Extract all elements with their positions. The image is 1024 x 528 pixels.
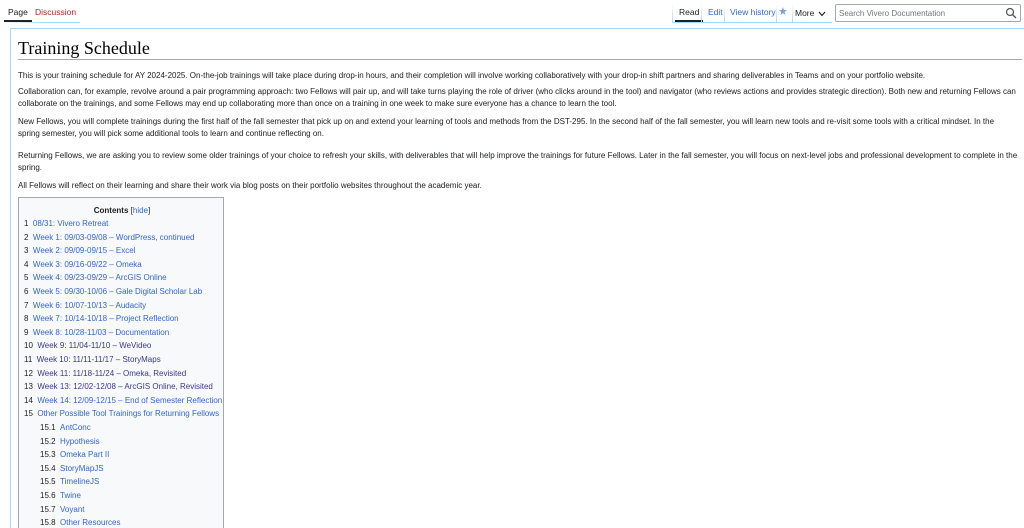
toc-item-link[interactable]: AntConc <box>60 423 91 432</box>
toc-item-number: 7 <box>24 300 29 310</box>
toc-title: Contents [hide] <box>19 206 225 215</box>
toc-item[interactable]: 8 Week 7: 10/14-10/18 – Project Reflecti… <box>24 313 179 325</box>
toc-item-number: 12 <box>24 368 33 378</box>
toc-item-link[interactable]: Omeka Part II <box>60 450 109 459</box>
toc-item-number: 2 <box>24 232 29 242</box>
toc-item[interactable]: 15.3 Omeka Part II <box>40 449 109 461</box>
toc-hide-toggle[interactable]: [hide] <box>131 206 151 215</box>
toc-item-number: 15.3 <box>40 450 56 460</box>
toc-item[interactable]: 3 Week 2: 09/09-09/15 – Excel <box>24 245 136 257</box>
tab-separator <box>776 4 777 22</box>
toc-item-number: 8 <box>24 314 29 324</box>
toc-item-number: 15.4 <box>40 463 56 473</box>
toc-item-link[interactable]: Week 3: 09/16-09/22 – Omeka <box>33 260 142 269</box>
toc-item-link[interactable]: Twine <box>60 491 81 500</box>
toc-item[interactable]: 2 Week 1: 09/03-09/08 – WordPress, conti… <box>24 232 194 244</box>
tab-separator <box>672 4 673 22</box>
toc-item-link[interactable]: Week 10: 11/11-11/17 – StoryMaps <box>37 355 161 364</box>
toc-item-link[interactable]: 08/31: Vivero Retreat <box>33 219 108 228</box>
toc-item-number: 15.7 <box>40 504 56 514</box>
toc-item[interactable]: 7 Week 6: 10/07-10/13 – Audacity <box>24 300 146 312</box>
toc-item-link[interactable]: Week 8: 10/28-11/03 – Documentation <box>33 328 169 337</box>
toc-item[interactable]: 11 Week 10: 11/11-11/17 – StoryMaps <box>24 354 161 366</box>
toc-item-number: 15.5 <box>40 477 56 487</box>
toc-item[interactable]: 10 Week 9: 11/04-11/10 – WeVideo <box>24 340 151 352</box>
search-box[interactable] <box>835 4 1021 22</box>
toc-item-number: 14 <box>24 395 33 405</box>
chevron-down-icon <box>818 11 826 17</box>
toc-item-link[interactable]: StoryMapJS <box>60 464 104 473</box>
toc-item[interactable]: 15.1 AntConc <box>40 422 91 434</box>
search-input[interactable] <box>839 6 1004 20</box>
toc-item[interactable]: 6 Week 5: 09/30-10/06 – Gale Digital Sch… <box>24 286 202 298</box>
toc-item[interactable]: 1 08/31: Vivero Retreat <box>24 218 108 230</box>
toc-item-number: 10 <box>24 341 33 351</box>
toc-item-link[interactable]: Week 6: 10/07-10/13 – Audacity <box>33 301 146 310</box>
paragraph-returning-fellows: Returning Fellows, we are asking you to … <box>18 151 1018 173</box>
toc-item[interactable]: 5 Week 4: 09/23-09/29 – ArcGIS Online <box>24 272 167 284</box>
tab-separator <box>701 4 702 22</box>
toc-item[interactable]: 15.7 Voyant <box>40 504 85 516</box>
toc-item-number: 15.1 <box>40 423 56 432</box>
toc-item-link[interactable]: Week 13: 12/02-12/08 – ArcGIS Online, Re… <box>37 382 213 391</box>
toc-item[interactable]: 12 Week 11: 11/18-11/24 – Omeka, Revisit… <box>24 368 186 380</box>
tab-read[interactable]: Read <box>675 0 704 22</box>
toc-item-link[interactable]: Hypothesis <box>60 437 100 446</box>
toc-item-link[interactable]: Week 4: 09/23-09/29 – ArcGIS Online <box>33 273 167 282</box>
tab-bar: Page Discussion Read Edit View history ★… <box>0 0 1024 27</box>
toc-item[interactable]: 15.5 TimelineJS <box>40 476 99 488</box>
toc-item-number: 6 <box>24 287 29 296</box>
toc-item-link[interactable]: Week 14: 12/09-12/15 – End of Semester R… <box>37 396 222 405</box>
toc-item-link[interactable]: Week 7: 10/14-10/18 – Project Reflection <box>33 314 179 323</box>
toc-item-number: 3 <box>24 246 29 256</box>
paragraph-intro: This is your training schedule for AY 20… <box>18 71 926 80</box>
toc-item[interactable]: 15.8 Other Resources <box>40 517 121 528</box>
toc-item-link[interactable]: Week 1: 09/03-09/08 – WordPress, continu… <box>33 233 195 242</box>
toc-item-number: 15 <box>24 409 33 419</box>
toc-item-number: 15.6 <box>40 491 56 500</box>
toc-item-number: 13 <box>24 382 33 392</box>
content-area: Training Schedule This is your training … <box>10 28 1024 528</box>
toc-item-link[interactable]: Week 5: 09/30-10/06 – Gale Digital Schol… <box>33 287 202 296</box>
tab-page[interactable]: Page <box>4 0 32 22</box>
toc-item[interactable]: 15.4 StoryMapJS <box>40 463 104 475</box>
toc-item[interactable]: 15.6 Twine <box>40 490 81 502</box>
toc-item-link[interactable]: Other Possible Tool Trainings for Return… <box>37 409 219 418</box>
tab-discussion[interactable]: Discussion <box>31 0 80 23</box>
toc-item-link[interactable]: Week 9: 11/04-11/10 – WeVideo <box>37 341 151 350</box>
toc-item-number: 11 <box>24 355 33 364</box>
toc-item-number: 5 <box>24 273 29 283</box>
toc-item[interactable]: 15.2 Hypothesis <box>40 436 100 448</box>
more-label: More <box>795 8 815 18</box>
toc-hide-link[interactable]: hide <box>133 206 148 215</box>
toc-item-link[interactable]: Voyant <box>60 505 84 514</box>
paragraph-collaboration: Collaboration can, for example, revolve … <box>18 87 1016 109</box>
toc-item-link[interactable]: TimelineJS <box>60 477 99 486</box>
toc-item-number: 15.2 <box>40 436 56 446</box>
toc-item-link[interactable]: Week 11: 11/18-11/24 – Omeka, Revisited <box>37 369 186 378</box>
tab-underline <box>672 22 832 23</box>
toc-item-number: 15.8 <box>40 518 56 528</box>
table-of-contents: Contents [hide] 1 08/31: Vivero Retreat 2… <box>18 197 224 528</box>
toc-item[interactable]: 14 Week 14: 12/09-12/15 – End of Semeste… <box>24 395 222 407</box>
star-icon[interactable]: ★ <box>778 5 788 18</box>
toc-item-number: 1 <box>24 219 29 228</box>
paragraph-new-fellows: New Fellows, you will complete trainings… <box>18 117 995 139</box>
tab-separator <box>792 4 793 22</box>
toc-item[interactable]: 4 Week 3: 09/16-09/22 – Omeka <box>24 259 142 271</box>
toc-heading: Contents <box>93 206 129 215</box>
toc-item-link[interactable]: Week 2: 09/09-09/15 – Excel <box>33 246 136 255</box>
title-divider <box>18 59 1022 60</box>
toc-item[interactable]: 9 Week 8: 10/28-11/03 – Documentation <box>24 327 169 339</box>
search-icon[interactable] <box>1005 7 1017 19</box>
toc-item-number: 9 <box>24 327 29 337</box>
tab-separator <box>724 4 725 22</box>
paragraph-all-fellows: All Fellows will reflect on their learni… <box>18 181 482 190</box>
toc-item-number: 4 <box>24 259 29 269</box>
toc-item[interactable]: 13 Week 13: 12/02-12/08 – ArcGIS Online,… <box>24 381 213 393</box>
toc-item[interactable]: 15 Other Possible Tool Trainings for Ret… <box>24 408 219 420</box>
page-title: Training Schedule <box>18 38 150 58</box>
tab-view-history[interactable]: View history <box>726 0 780 23</box>
toc-item-link[interactable]: Other Resources <box>60 518 120 527</box>
